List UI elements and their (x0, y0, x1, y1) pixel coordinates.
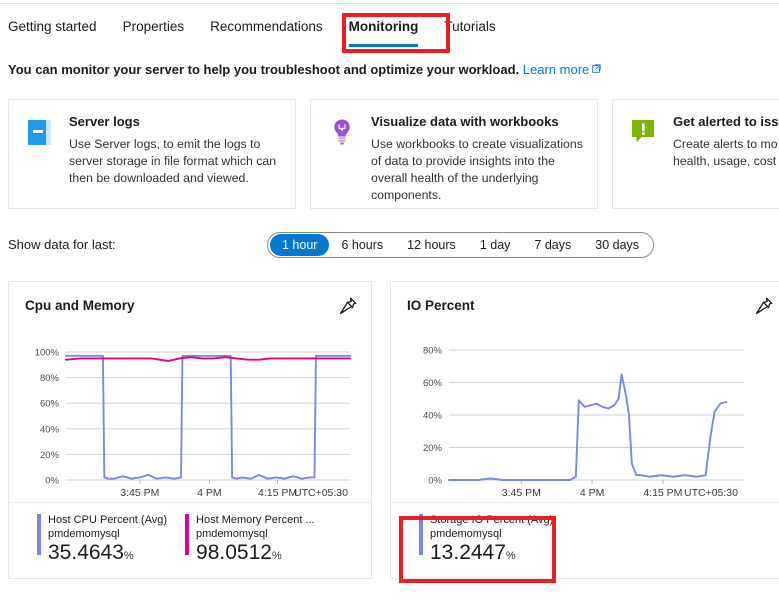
legend-item-host-cpu[interactable]: Host CPU Percent (Avg) pmdemomysql 35.46… (37, 513, 167, 568)
legend-color-swatch (185, 514, 190, 555)
chart-card-cpu-memory: Cpu and Memory 0% 20% 40% 60% 80% 100% 3:45 PM… (8, 281, 372, 579)
info-card-list: Server logs Use Server logs, to emit the… (8, 99, 779, 209)
y-axis-tick-label: 40% (423, 411, 443, 422)
card-get-alerted[interactable]: Get alerted to iss Create alerts to mo h… (612, 99, 779, 209)
chart-legend-io-percent: Storage IO Percent (Avg) pmdemomysql 13.… (391, 502, 779, 578)
y-axis-tick-label: 0% (45, 476, 59, 487)
time-option-6-hours[interactable]: 6 hours (329, 234, 395, 256)
chart-plot-io-percent: 0% 20% 40% 60% 80% 3:45 PM 4 PM 4:15 PM UTC+05:3… (391, 328, 779, 513)
y-axis-tick-label: 40% (40, 424, 60, 435)
chart-plot-cpu-memory: 0% 20% 40% 60% 80% 100% 3:45 PM 4 PM 4:15 PM UTC+… (9, 328, 371, 513)
card-title: Visualize data with workbooks (371, 114, 559, 129)
x-axis-tick-label: 3:45 PM (502, 487, 541, 499)
legend-metric-value: 13.2447% (430, 541, 553, 568)
chart-series-line (65, 354, 351, 480)
external-link-icon (592, 60, 601, 73)
legend-item-host-memory[interactable]: Host Memory Percent ... pmdemomysql 98.0… (185, 513, 315, 568)
legend-item-storage-io[interactable]: Storage IO Percent (Avg) pmdemomysql 13.… (419, 513, 553, 568)
alert-exclamation-icon (627, 114, 661, 198)
time-option-label: 12 hours (407, 238, 456, 252)
legend-value-unit: % (123, 550, 134, 562)
legend-value-number: 35.4643 (48, 541, 124, 564)
time-range-pill-group: 1 hour 6 hours 12 hours 1 day 7 days 30 … (267, 232, 655, 258)
lightbulb-icon (325, 114, 359, 198)
top-divider (0, 3, 779, 4)
card-server-logs[interactable]: Server logs Use Server logs, to emit the… (8, 99, 296, 209)
legend-value-unit: % (271, 550, 282, 562)
y-axis-tick-label: 60% (423, 378, 443, 389)
tab-monitoring[interactable]: Monitoring (336, 17, 432, 47)
x-axis-tick-label: 4:15 PM (258, 487, 297, 499)
tab-getting-started[interactable]: Getting started (0, 17, 110, 37)
y-axis-tick-label: 80% (40, 373, 60, 384)
legend-color-swatch (37, 514, 41, 555)
chart-series-line (65, 356, 351, 362)
intro-sentence: You can monitor your server to help you … (8, 62, 520, 77)
tab-properties[interactable]: Properties (110, 17, 198, 37)
time-option-1-hour[interactable]: 1 hour (270, 234, 330, 256)
legend-metric-name: Storage IO Percent (Avg) (430, 514, 554, 526)
server-logs-book-icon (23, 114, 57, 198)
x-axis-tick-label: 4 PM (580, 487, 605, 499)
y-axis-tick-label: 80% (423, 346, 443, 357)
pin-icon[interactable] (337, 295, 359, 317)
tab-tutorials[interactable]: Tutorials (431, 17, 508, 37)
time-range-label: Show data for last: (8, 237, 116, 252)
time-option-label: 30 days (595, 238, 640, 252)
x-axis-tick-label: 3:45 PM (120, 487, 159, 499)
card-description: Create alerts to mo health, usage, cost (673, 137, 778, 168)
legend-metric-value: 35.4643% (48, 541, 167, 568)
time-option-12-hours[interactable]: 12 hours (395, 234, 468, 256)
time-option-1-day[interactable]: 1 day (468, 234, 523, 256)
learn-more-link[interactable]: Learn more (523, 62, 601, 77)
card-title: Server logs (69, 114, 140, 129)
chart-series-line (448, 373, 728, 481)
timezone-label: UTC+05:30 (294, 487, 348, 499)
timezone-label: UTC+05:30 (684, 487, 738, 499)
legend-metric-value: 98.0512% (196, 541, 315, 568)
tab-label: Properties (122, 19, 185, 34)
legend-resource-name: pmdemomysql (48, 528, 120, 540)
legend-resource-name: pmdemomysql (430, 528, 502, 540)
legend-metric-name: Host Memory Percent ... (196, 514, 315, 526)
legend-value-number: 98.0512 (196, 541, 272, 564)
card-description: Use Server logs, to emit the logs to ser… (69, 137, 277, 185)
time-option-label: 6 hours (341, 238, 384, 252)
y-axis-tick-label: 0% (428, 476, 442, 487)
y-axis-tick-label: 60% (40, 399, 60, 410)
card-visualize-workbooks[interactable]: Visualize data with workbooks Use workbo… (310, 99, 598, 209)
time-range-row: Show data for last: 1 hour 6 hours 12 ho… (0, 232, 779, 260)
tab-active-underline (348, 44, 419, 47)
tab-label: Tutorials (444, 19, 496, 34)
y-axis-tick-label: 100% (35, 348, 60, 359)
time-option-label: 1 hour (282, 238, 318, 252)
chart-title: Cpu and Memory (25, 298, 135, 313)
tab-label: Recommendations (210, 19, 323, 34)
time-option-label: 7 days (534, 238, 572, 252)
x-axis-tick-label: 4:15 PM (643, 487, 682, 499)
chart-legend-cpu-memory: Host CPU Percent (Avg) pmdemomysql 35.46… (9, 502, 371, 578)
tab-label: Getting started (8, 19, 97, 34)
card-title: Get alerted to iss (673, 114, 779, 129)
y-axis-tick-label: 20% (423, 443, 443, 454)
pin-icon[interactable] (753, 295, 775, 317)
time-option-label: 1 day (479, 238, 511, 252)
intro-text: You can monitor your server to help you … (8, 61, 601, 79)
chart-title: IO Percent (407, 298, 475, 313)
time-option-30-days[interactable]: 30 days (583, 234, 651, 256)
legend-resource-name: pmdemomysql (196, 528, 268, 540)
y-axis-tick-label: 20% (40, 450, 60, 461)
chart-card-io-percent: IO Percent 0% 20% 40% 60% 80% 3:45 PM 4 PM 4:15… (390, 281, 779, 579)
legend-color-swatch (419, 514, 423, 555)
legend-value-number: 13.2447 (430, 541, 506, 564)
learn-more-label: Learn more (522, 62, 590, 77)
legend-metric-name: Host CPU Percent (Avg) (48, 514, 168, 526)
tab-label: Monitoring (348, 19, 419, 34)
time-option-7-days[interactable]: 7 days (522, 234, 583, 256)
tab-bar: Getting started Properties Recommendatio… (0, 17, 779, 51)
legend-value-unit: % (505, 550, 516, 562)
x-axis-tick-label: 4 PM (197, 487, 222, 499)
tab-recommendations[interactable]: Recommendations (197, 17, 336, 37)
card-description: Use workbooks to create visualizations o… (371, 137, 583, 202)
